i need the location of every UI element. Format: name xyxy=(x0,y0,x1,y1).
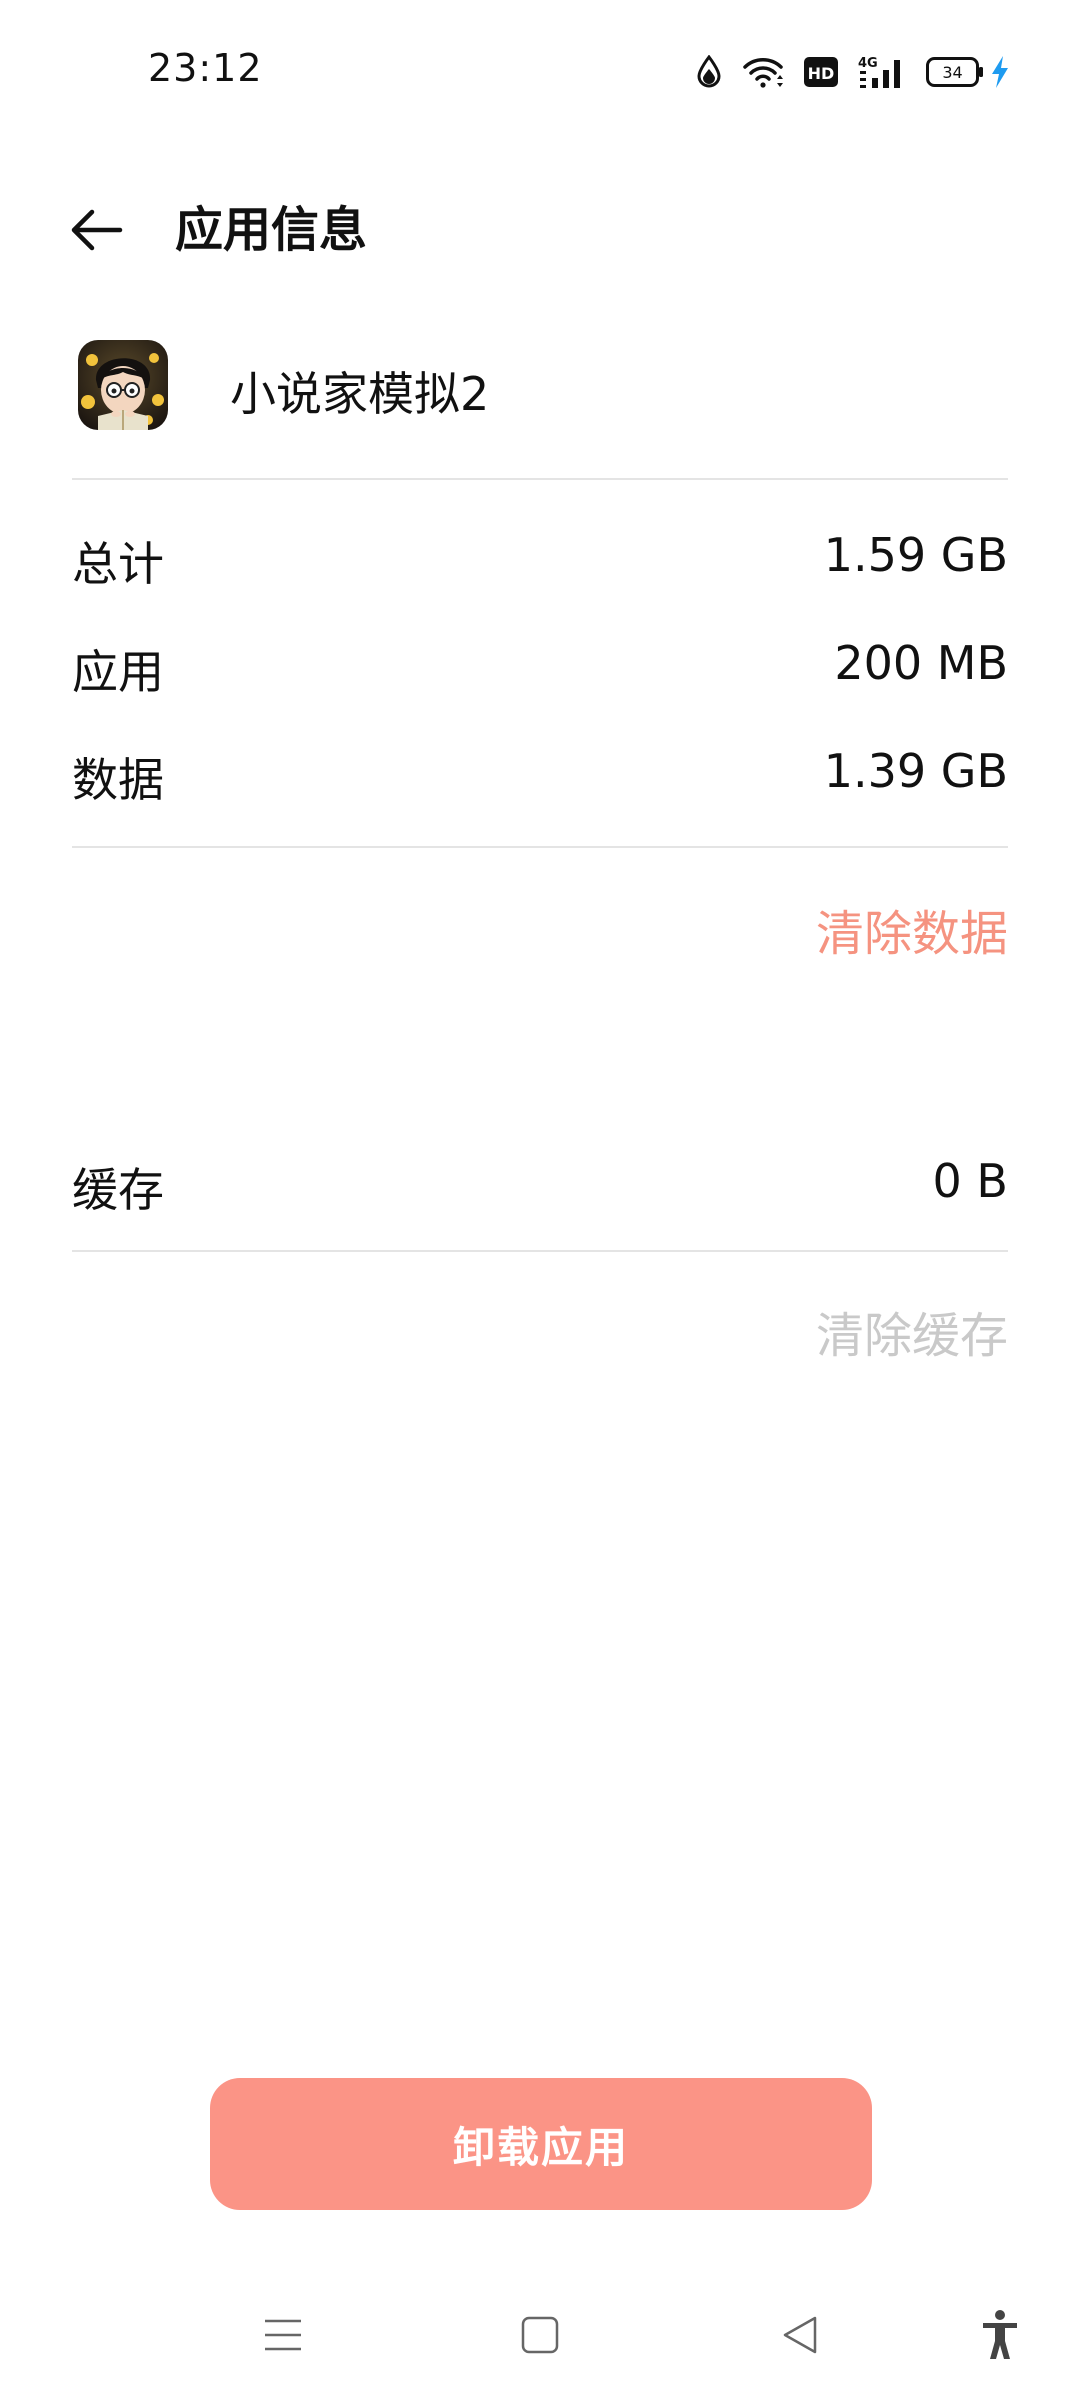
clear-cache-button[interactable]: 清除缓存 xyxy=(816,1296,1008,1366)
storage-label: 应用 xyxy=(72,645,164,699)
app-header-row: 小说家模拟2 xyxy=(72,330,1008,450)
storage-value: 1.39 GB xyxy=(823,744,1008,798)
uninstall-button[interactable]: 卸载应用 xyxy=(210,2078,872,2210)
storage-row-app: 应用 200 MB xyxy=(72,628,1008,699)
menu-button[interactable] xyxy=(248,2300,318,2370)
storage-value: 1.59 GB xyxy=(823,528,1008,582)
accessibility-icon xyxy=(983,2310,1017,2359)
menu-icon xyxy=(265,2319,301,2351)
signal-4g-icon: 4G xyxy=(858,54,906,90)
svg-text:HD: HD xyxy=(808,64,835,83)
accessibility-button[interactable] xyxy=(965,2300,1035,2370)
arrow-left-icon xyxy=(71,209,123,251)
divider xyxy=(72,478,1008,480)
page-title: 应用信息 xyxy=(175,202,368,258)
status-icons: HD 4G 34 xyxy=(696,50,1010,94)
svg-text:34: 34 xyxy=(942,63,962,82)
cache-value: 0 B xyxy=(932,1154,1008,1208)
storage-label: 总计 xyxy=(72,537,164,591)
divider xyxy=(72,846,1008,848)
header: 应用信息 xyxy=(0,170,1080,280)
app-name: 小说家模拟2 xyxy=(230,367,490,421)
storage-label: 数据 xyxy=(72,753,164,807)
wifi-icon xyxy=(742,55,784,89)
back-triangle-icon xyxy=(783,2316,817,2354)
back-button[interactable] xyxy=(54,188,138,272)
charging-icon xyxy=(990,55,1010,89)
home-button[interactable] xyxy=(505,2300,575,2370)
nav-back-button[interactable] xyxy=(765,2300,835,2370)
svg-text:4G: 4G xyxy=(858,56,878,71)
battery-icon: 34 xyxy=(926,57,984,87)
home-icon xyxy=(521,2316,559,2354)
storage-row-total: 总计 1.59 GB xyxy=(72,520,1008,591)
cache-row: 缓存 0 B xyxy=(72,1146,1008,1217)
data-saver-icon xyxy=(696,55,722,89)
hd-icon: HD xyxy=(804,57,838,87)
cache-label: 缓存 xyxy=(72,1163,164,1217)
status-time: 23:12 xyxy=(148,46,263,90)
divider xyxy=(72,1250,1008,1252)
status-bar: 23:12 HD 4G 34 xyxy=(0,0,1080,130)
storage-value: 200 MB xyxy=(834,636,1008,690)
storage-row-data: 数据 1.39 GB xyxy=(72,736,1008,807)
navigation-bar xyxy=(0,2290,1080,2380)
clear-data-button[interactable]: 清除数据 xyxy=(816,894,1008,964)
app-icon xyxy=(78,340,168,430)
